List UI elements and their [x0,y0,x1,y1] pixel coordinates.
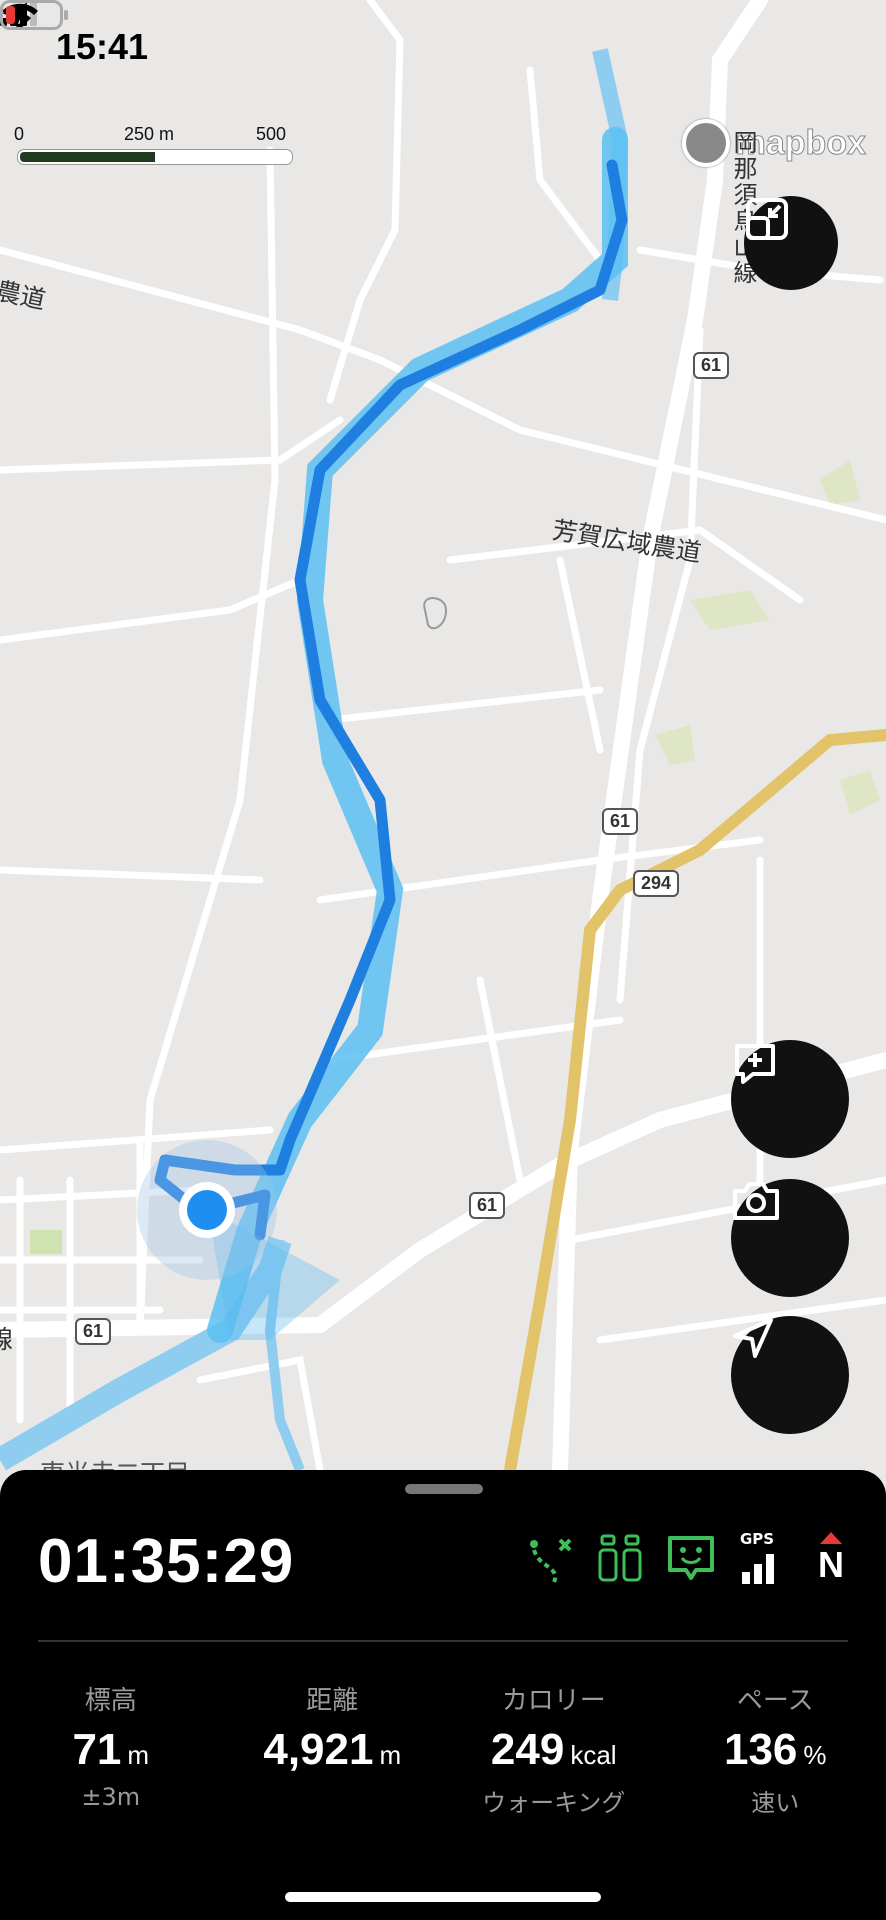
fit-route-button[interactable] [744,196,838,290]
fit-route-icon [746,198,788,240]
route-icon[interactable] [526,1530,576,1586]
stat-unit: m [379,1740,402,1770]
status-bar: 15:41 [0,0,886,96]
scale-label-250: 250 m [124,124,175,144]
elapsed-time: 01:35:29 [38,1527,295,1596]
partner-icon[interactable] [596,1530,646,1586]
map-view[interactable]: 15:41 0 250 m 500 m mapbox 岡 [0,0,886,1470]
stat-label: カロリー [501,1686,606,1716]
map-scale: 0 250 m 500 m [14,124,298,165]
panel-divider [38,1640,848,1642]
edge-label: 線 [0,1325,14,1354]
camera-icon [733,1182,779,1220]
panel-drag-handle[interactable] [405,1484,483,1494]
route-shield: 61 [469,1192,506,1219]
route-shield: 294 [633,870,680,897]
north-label: N [818,1544,844,1585]
stat-distance: 距離 4,921 m [222,1680,444,1813]
stat-value: 71 [72,1725,122,1774]
route-shield: 61 [75,1318,112,1345]
face-icon[interactable] [666,1530,716,1586]
stat-unit: kcal [570,1740,617,1770]
battery-icon [0,0,68,30]
add-memo-button[interactable] [731,1040,849,1158]
route-shield: 61 [693,352,730,379]
gps-signal-icon: GPS [736,1530,786,1586]
stats-row: 標高 71 m ±3m 距離 4,921 m カロリー 249 kcal ウォーキング… [0,1680,886,1817]
stat-label: 距離 [306,1686,359,1716]
activity-panel[interactable]: 01:35:29 GPS N 標高 71 m ±3m 距離 4,921 m カロ… [0,1470,886,1920]
scale-bar [18,150,292,164]
stat-unit: m [127,1740,150,1770]
mapbox-logo[interactable]: mapbox [681,119,867,167]
stat-calories: カロリー 249 kcal ウォーキング [443,1680,665,1817]
camera-button[interactable] [731,1179,849,1297]
stat-sub: ウォーキング [482,1789,626,1817]
stat-sub: ±3m [81,1783,141,1811]
area-label: 東光寺二丁目 [40,1454,190,1470]
stat-sub [222,1783,444,1813]
stat-label: ペース [736,1686,814,1716]
status-icon-row: GPS N [526,1530,856,1586]
home-indicator[interactable] [285,1892,601,1902]
status-time: 15:41 [56,26,149,67]
compass-north-icon[interactable]: N [806,1530,856,1586]
stat-label: 標高 [84,1686,137,1716]
stat-sub: 速い [751,1789,800,1817]
stat-pace: ペース 136% 速い [665,1680,886,1817]
mapbox-icon [681,119,730,167]
stat-value: 136 [723,1725,798,1774]
add-memo-icon [735,1044,775,1084]
current-location-button[interactable] [731,1316,849,1434]
scale-label-0: 0 [14,124,25,144]
stat-value: 4,921 [263,1725,374,1774]
route-shield: 61 [602,808,639,835]
stat-elevation: 標高 71 m ±3m [0,1680,222,1813]
stat-unit: % [803,1740,827,1770]
stat-value: 249 [490,1725,565,1774]
location-arrow-icon [733,1318,773,1358]
